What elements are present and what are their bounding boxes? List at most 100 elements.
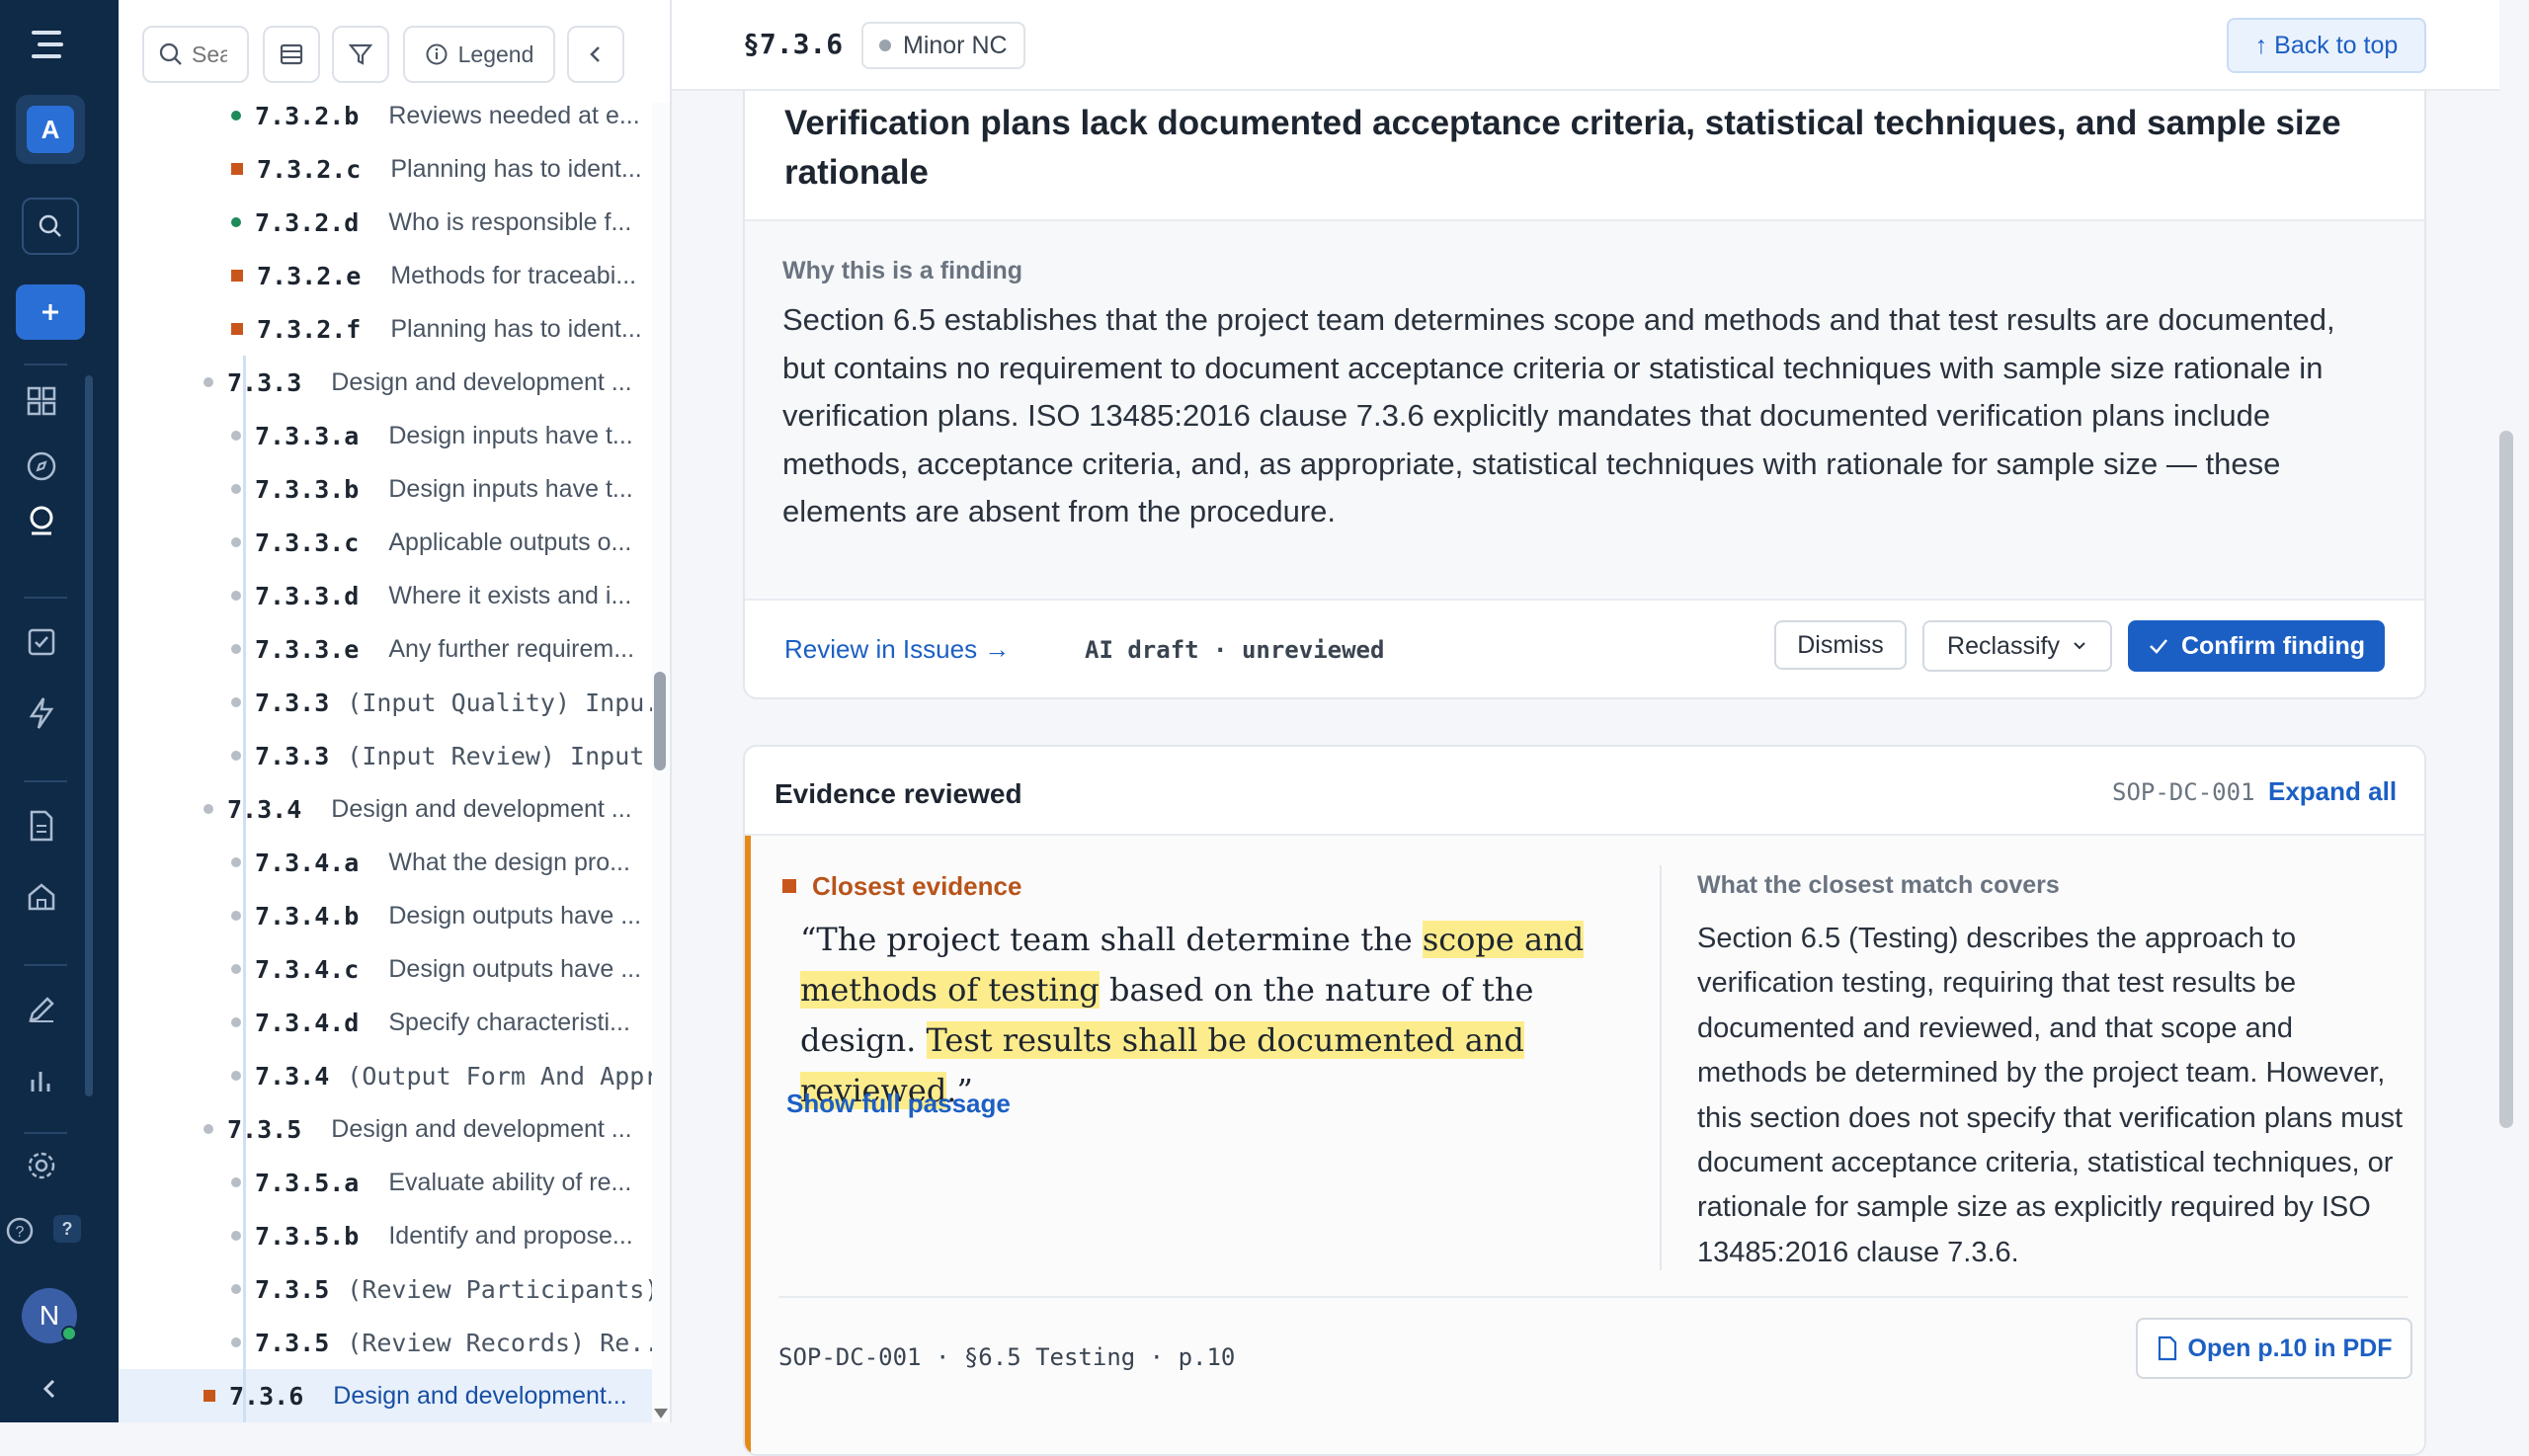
tree-item[interactable]: 7.3.3 (Input Review) Input ...	[119, 729, 652, 782]
workspace-button[interactable]: A	[16, 95, 85, 164]
compass-icon[interactable]	[22, 446, 61, 486]
section-number: §7.3.6	[743, 28, 844, 60]
tree-item[interactable]: 7.3.4.a What the design pro...	[119, 836, 652, 889]
rail-divider	[24, 1132, 67, 1134]
tree-item-code: 7.3.2.d	[255, 207, 360, 237]
reclassify-button[interactable]: Reclassify	[1922, 620, 2112, 672]
tree-item[interactable]: 7.3.4.c Design outputs have ...	[119, 942, 652, 996]
tree-item-code: 7.3.3.b	[255, 474, 360, 504]
expand-all-link[interactable]: Expand all	[2268, 776, 2397, 807]
tree-item-label: (Output Form And Appro	[347, 1061, 652, 1091]
tree-item[interactable]: 7.3.6 Design and development...	[119, 1369, 652, 1422]
tree-item-code: 7.3.3.c	[255, 527, 360, 557]
status-dot	[231, 217, 241, 227]
tree-item[interactable]: 7.3.4.d Specify characteristi...	[119, 996, 652, 1049]
help-icon[interactable]: ?	[0, 1211, 40, 1251]
pencil-icon[interactable]	[22, 990, 61, 1029]
finding-title: Verification plans lack documented accep…	[784, 104, 2341, 192]
confirm-finding-button[interactable]: Confirm finding	[2128, 620, 2385, 672]
list-view-button[interactable]	[263, 26, 320, 83]
legend-button[interactable]: Legend	[403, 26, 555, 83]
search-button[interactable]	[22, 198, 79, 255]
tree-item-code: 7.3.3	[255, 688, 330, 717]
review-in-issues-link[interactable]: Review in Issues →	[784, 634, 1010, 665]
tree-item[interactable]: 7.3.3.d Where it exists and i...	[119, 569, 652, 622]
tree-item-label: Who is responsible f...	[388, 207, 632, 236]
document-icon[interactable]	[22, 806, 61, 846]
main-scrollbar-thumb[interactable]	[2499, 431, 2513, 1128]
bar-chart-icon[interactable]	[22, 1061, 61, 1100]
menu-icon[interactable]	[28, 26, 67, 65]
evidence-card: Evidence reviewed SOP-DC-001 Expand all …	[743, 745, 2426, 1456]
user-avatar[interactable]: N	[22, 1288, 77, 1343]
section-header: §7.3.6 Minor NC ↑ Back to top	[672, 0, 2499, 91]
status-dot	[231, 111, 241, 121]
evidence-citation: SOP-DC-001 · §6.5 Testing · p.10	[778, 1343, 1236, 1371]
why-body: Section 6.5 establishes that the project…	[782, 302, 2335, 528]
tree-item-label: Identify and propose...	[388, 1221, 633, 1250]
tree-item[interactable]: 7.3.5 (Review Records) Re...	[119, 1316, 652, 1369]
rail-divider	[24, 597, 67, 599]
status-dot	[231, 484, 241, 494]
minor-nc-marker	[782, 879, 796, 893]
tree-item[interactable]: 7.3.3.c Applicable outputs o...	[119, 516, 652, 569]
tree-item[interactable]: 7.3.2.f Planning has to ident...	[119, 302, 652, 356]
tree-item[interactable]: 7.3.4 (Output Form And Appro	[119, 1049, 652, 1102]
tree-search-input[interactable]	[192, 40, 227, 68]
tree-item[interactable]: 7.3.2.d Who is responsible f...	[119, 196, 652, 249]
tree-item[interactable]: 7.3.3.a Design inputs have t...	[119, 409, 652, 462]
tree-group-guide	[243, 356, 246, 782]
status-dot	[231, 644, 241, 654]
info-icon	[426, 43, 448, 65]
filter-button[interactable]	[332, 26, 389, 83]
tree-item-label: Where it exists and i...	[388, 581, 632, 609]
dashboard-icon[interactable]	[22, 381, 61, 421]
tree-item[interactable]: 7.3.5.b Identify and propose...	[119, 1209, 652, 1262]
status-dot	[231, 1177, 241, 1187]
lightning-icon[interactable]	[22, 693, 61, 733]
new-button[interactable]	[16, 284, 85, 340]
checklist-icon[interactable]	[22, 622, 61, 662]
tree-scrollbar-thumb[interactable]	[654, 672, 666, 770]
rail-scrollbar[interactable]	[85, 375, 93, 1096]
tree-item[interactable]: 7.3.2.c Planning has to ident...	[119, 142, 652, 196]
vertical-divider	[1660, 865, 1662, 1270]
tree-item[interactable]: 7.3.3.e Any further requirem...	[119, 622, 652, 676]
show-full-passage-link[interactable]: Show full passage	[786, 1089, 1011, 1119]
tree-item[interactable]: 7.3.4.b Design outputs have ...	[119, 889, 652, 942]
help-badge[interactable]: ?	[53, 1215, 81, 1243]
tree-item-code: 7.3.6	[229, 1381, 304, 1411]
confirm-label: Confirm finding	[2180, 631, 2366, 660]
home-icon[interactable]	[22, 877, 61, 917]
collapse-rail-icon[interactable]	[30, 1369, 69, 1409]
tree-item-code: 7.3.4	[255, 1061, 330, 1091]
collapse-panel-button[interactable]	[567, 26, 624, 83]
tree-toolbar: Legend	[119, 0, 670, 103]
file-icon	[2158, 1335, 2176, 1361]
tree-item[interactable]: 7.3.3.b Design inputs have t...	[119, 462, 652, 516]
scroll-down-arrow-icon[interactable]	[654, 1409, 668, 1418]
back-to-top-button[interactable]: ↑ Back to top	[2227, 18, 2426, 73]
tree-search-box[interactable]	[142, 26, 249, 83]
divider	[745, 599, 2424, 601]
tree-item[interactable]: 7.3.3 (Input Quality) Inpu...	[119, 676, 652, 729]
open-pdf-button[interactable]: Open p.10 in PDF	[2136, 1318, 2412, 1379]
tree-item[interactable]: 7.3.5.a Evaluate ability of re...	[119, 1156, 652, 1209]
gear-icon[interactable]	[22, 1146, 61, 1185]
status-dot	[231, 911, 241, 921]
minor-nc-marker	[231, 163, 243, 175]
tree-item-label: (Review Records) Re...	[347, 1328, 652, 1357]
tree-item[interactable]: 7.3.3 Design and development ...	[119, 356, 652, 409]
dismiss-button[interactable]: Dismiss	[1774, 620, 1907, 670]
tree-item[interactable]: 7.3.4 Design and development ...	[119, 782, 652, 836]
evidence-heading: Evidence reviewed	[775, 778, 1022, 809]
check-icon	[2150, 639, 2167, 654]
tree-item[interactable]: 7.3.2.e Methods for traceabi...	[119, 249, 652, 302]
svg-text:?: ?	[16, 1224, 25, 1241]
status-dot	[231, 1337, 241, 1347]
tree-item[interactable]: 7.3.5 Design and development ...	[119, 1102, 652, 1156]
audit-icon[interactable]	[22, 502, 61, 541]
tree-item-label: Planning has to ident...	[390, 314, 642, 343]
status-dot	[231, 697, 241, 707]
tree-item[interactable]: 7.3.5 (Review Participants)	[119, 1262, 652, 1316]
